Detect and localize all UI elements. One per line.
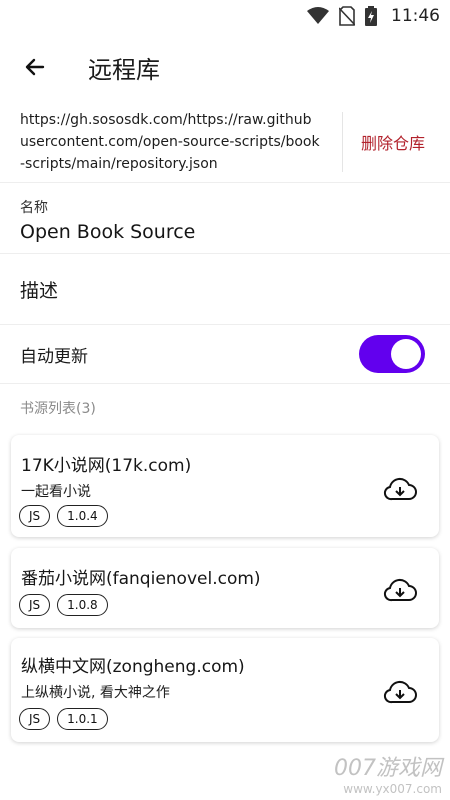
tag-language: JS [19,594,51,616]
delete-repository-button[interactable]: 删除仓库 [361,130,425,154]
tag-language: JS [19,708,51,730]
source-title: 17K小说网(17k.com) [21,456,192,476]
name-label: 名称 [20,200,48,216]
auto-update-label: 自动更新 [20,346,88,367]
tag-version: 1.0.8 [57,594,108,616]
source-tags: JS 1.0.4 [19,505,108,527]
battery-charging-icon [365,6,377,26]
name-value: Open Book Source [20,221,196,243]
watermark: 007游戏网 www.yx007.com [334,750,442,796]
name-field[interactable]: 名称 Open Book Source [0,183,450,254]
source-subtitle: 一起看小说 [21,484,91,500]
clock: 11:46 [391,6,440,26]
repository-url: https://gh.sososdk.com/https://raw.githu… [20,112,320,172]
toggle-knob [391,339,421,369]
source-title: 纵横中文网(zongheng.com) [21,657,245,677]
back-button[interactable] [20,52,50,82]
source-subtitle: 上纵横小说, 看大神之作 [21,685,170,701]
source-card[interactable]: 番茄小说网(fanqienovel.com) JS 1.0.8 [11,548,439,628]
cloud-download-icon[interactable] [383,477,417,501]
auto-update-row: 自动更新 [0,325,450,384]
arrow-left-icon [25,58,45,76]
page-title: 远程库 [88,55,160,84]
repository-url-row: https://gh.sososdk.com/https://raw.githu… [0,102,450,183]
source-title: 番茄小说网(fanqienovel.com) [21,569,261,589]
status-icons: 11:46 [307,6,440,26]
description-field[interactable]: 描述 [0,254,450,325]
source-tags: JS 1.0.8 [19,594,108,616]
source-tags: JS 1.0.1 [19,708,108,730]
tag-language: JS [19,505,51,527]
source-card[interactable]: 纵横中文网(zongheng.com) 上纵横小说, 看大神之作 JS 1.0.… [11,638,439,742]
cloud-download-icon[interactable] [383,680,417,704]
auto-update-toggle[interactable] [359,335,425,373]
cloud-download-icon[interactable] [383,578,417,602]
watermark-url: www.yx007.com [343,782,442,796]
app-bar: 远程库 [0,32,450,102]
watermark-title: 007游戏网 [334,756,442,781]
tag-version: 1.0.1 [57,708,108,730]
divider [342,112,343,172]
source-card[interactable]: 17K小说网(17k.com) 一起看小说 JS 1.0.4 [11,435,439,537]
status-bar: 11:46 [0,0,450,32]
sources-section-label: 书源列表(3) [20,401,96,417]
tag-version: 1.0.4 [57,505,108,527]
no-sim-icon [339,6,355,26]
wifi-icon [307,7,329,24]
